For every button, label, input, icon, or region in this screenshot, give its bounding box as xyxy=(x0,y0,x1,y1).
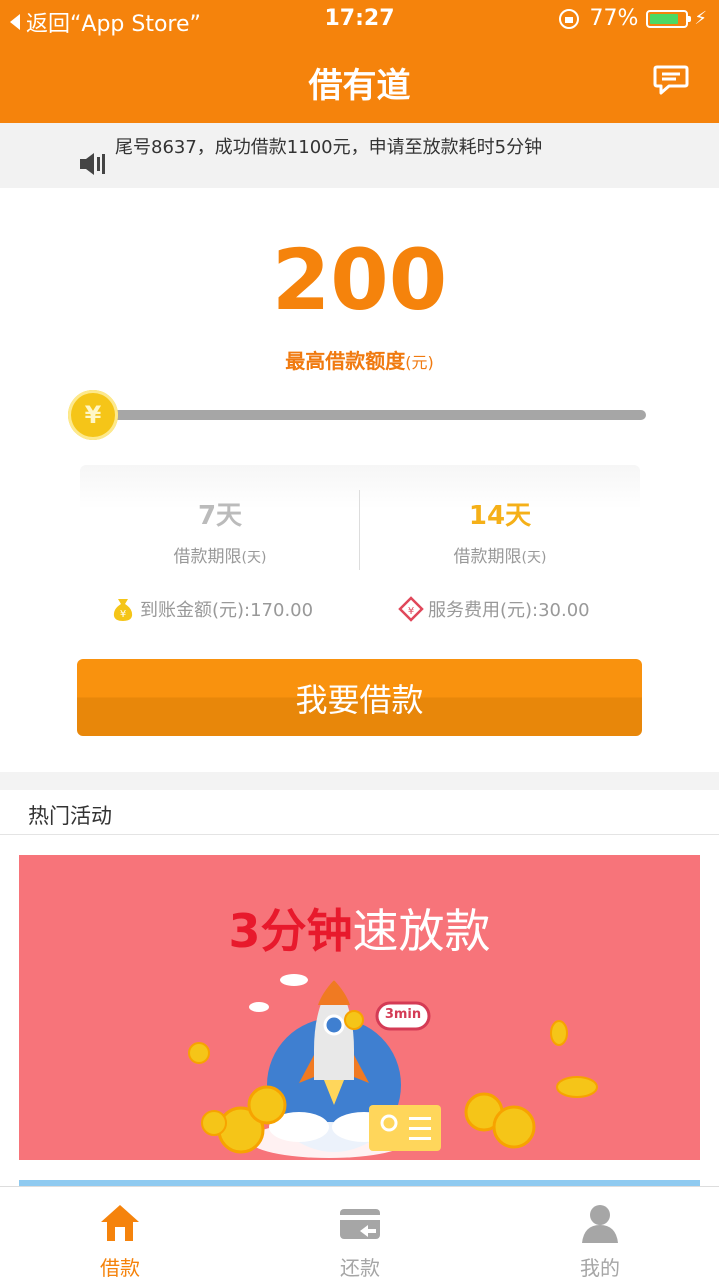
section-separator xyxy=(0,772,719,790)
loan-term-selector: 7天 借款期限(天) 14天 借款期限(天) xyxy=(80,465,640,575)
status-bar: 返回“App Store” 17:27 77% ⚡ xyxy=(0,0,719,40)
promo-banner[interactable]: 3分钟速放款 3min xyxy=(19,855,700,1160)
amount-slider-handle[interactable]: ¥ xyxy=(68,390,118,440)
svg-text:¥: ¥ xyxy=(408,606,414,617)
orientation-lock-icon xyxy=(559,8,580,29)
loan-notice-bar: 尾号8637，成功借款1100元，申请至放款耗时5分钟 xyxy=(0,123,719,188)
tab-borrow[interactable]: 借款 xyxy=(0,1187,240,1281)
fee-summary: ¥ 到账金额(元):170.00 ¥ 服务费用(元):30.00 xyxy=(0,596,719,626)
tab-repay[interactable]: 还款 xyxy=(240,1187,480,1281)
yen-icon: ¥ xyxy=(84,401,102,429)
status-indicators: 77% ⚡ xyxy=(559,6,707,31)
tab-mine[interactable]: 我的 xyxy=(480,1187,719,1281)
speaker-icon xyxy=(80,153,105,175)
tab-label: 还款 xyxy=(340,1256,380,1280)
term-option-7[interactable]: 7天 借款期限(天) xyxy=(80,465,360,575)
nav-bar: 借有道 xyxy=(0,40,719,123)
tab-bar: 借款 还款 我的 xyxy=(0,1186,719,1281)
service-fee: ¥ 服务费用(元):30.00 xyxy=(398,596,590,622)
svg-text:¥: ¥ xyxy=(120,609,126,620)
banner-badge: 3min xyxy=(384,1007,422,1022)
home-icon xyxy=(101,1205,139,1241)
page-title: 借有道 xyxy=(308,66,411,106)
received-amount: ¥ 到账金额(元):170.00 xyxy=(110,596,313,622)
banner-title: 3分钟速放款 xyxy=(228,904,491,958)
term-label: 借款期限(天) xyxy=(173,547,267,567)
apply-loan-button[interactable]: 我要借款 xyxy=(77,659,642,736)
term-option-14[interactable]: 14天 借款期限(天) xyxy=(360,465,640,575)
wallet-return-icon xyxy=(340,1209,380,1239)
message-button[interactable] xyxy=(653,64,689,100)
term-label: 借款期限(天) xyxy=(453,547,547,567)
notice-text: 尾号8637，成功借款1100元，申请至放款耗时5分钟 xyxy=(115,137,543,158)
battery-percent: 77% xyxy=(589,6,639,31)
chat-bubble-icon xyxy=(653,65,689,95)
term-days: 14天 xyxy=(468,501,532,531)
loan-amount: 200 xyxy=(271,231,448,329)
user-icon xyxy=(582,1205,618,1243)
divider xyxy=(0,834,719,835)
fee-tag-icon: ¥ xyxy=(398,596,424,622)
term-days: 7天 xyxy=(197,501,243,531)
charging-icon: ⚡ xyxy=(694,8,707,29)
hot-activities-title: 热门活动 xyxy=(28,804,112,828)
battery-icon xyxy=(646,9,692,28)
loan-amount-label: 最高借款额度(元) xyxy=(285,349,434,373)
amount-slider-track[interactable] xyxy=(95,410,646,420)
tab-label: 我的 xyxy=(580,1256,620,1280)
tab-label: 借款 xyxy=(100,1256,140,1280)
money-bag-icon: ¥ xyxy=(113,599,133,621)
